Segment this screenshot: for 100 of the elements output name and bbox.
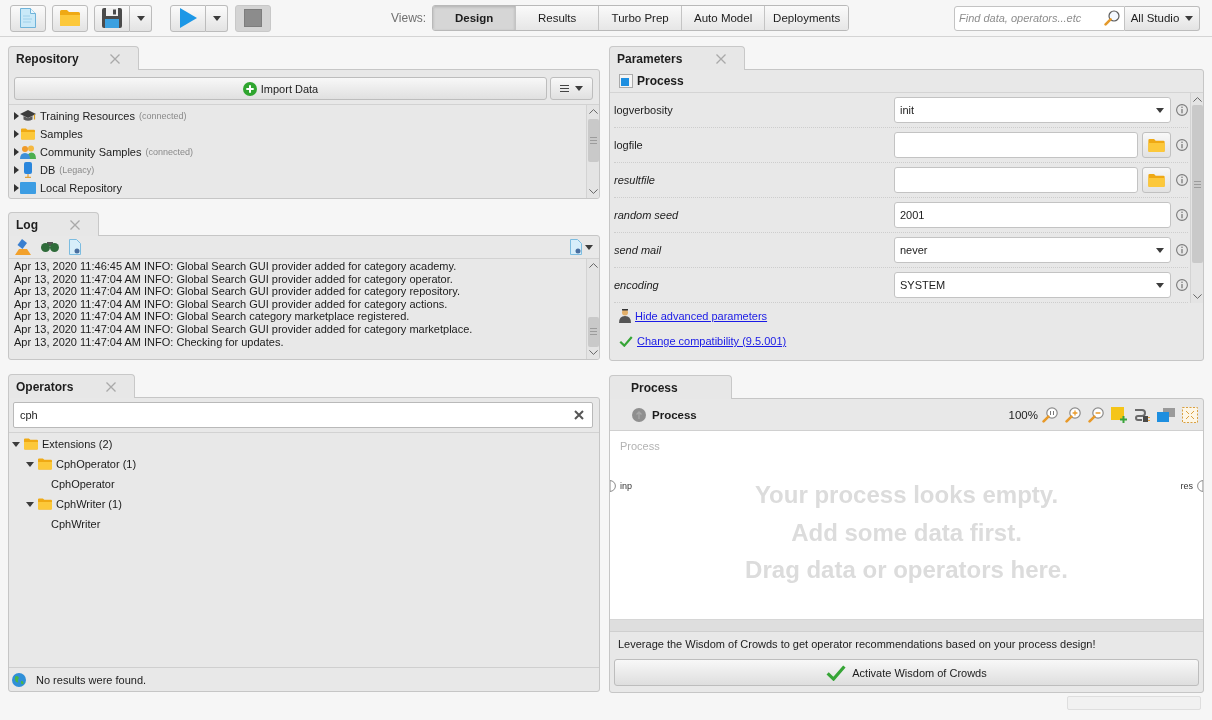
browse-button[interactable] bbox=[1142, 132, 1171, 158]
open-button[interactable] bbox=[52, 4, 88, 32]
caret-down-icon bbox=[1185, 15, 1194, 21]
info-icon[interactable] bbox=[1176, 279, 1188, 291]
file-path-field[interactable] bbox=[894, 132, 1138, 158]
chevron-down-icon[interactable] bbox=[1192, 294, 1202, 299]
chevron-up-icon[interactable] bbox=[588, 109, 598, 114]
advanced-parameters-link[interactable]: Hide advanced parameters bbox=[635, 310, 768, 322]
scrollbar-thumb[interactable] bbox=[587, 316, 599, 347]
operator-group[interactable]: Extensions (2) bbox=[42, 438, 113, 450]
operator-group[interactable]: CphOperator (1) bbox=[56, 458, 137, 470]
chevron-down-icon[interactable] bbox=[588, 350, 598, 355]
repository-item[interactable]: Community Samples bbox=[40, 146, 142, 158]
scrollbar-thumb[interactable] bbox=[587, 119, 599, 162]
check-icon bbox=[826, 664, 847, 681]
port-label: res bbox=[1180, 481, 1193, 491]
menu-button[interactable] bbox=[550, 77, 593, 100]
view-tab[interactable]: Design bbox=[433, 6, 517, 30]
plus-circle-icon bbox=[242, 81, 257, 96]
text-field[interactable]: 2001 bbox=[894, 202, 1171, 228]
view-tab[interactable]: Turbo Prep bbox=[599, 6, 683, 30]
caret-down-icon[interactable] bbox=[12, 441, 20, 447]
repository-item[interactable]: DB bbox=[40, 164, 56, 176]
caret-right-icon[interactable] bbox=[14, 148, 19, 156]
layers-icon[interactable] bbox=[1157, 407, 1175, 422]
caret-right-icon[interactable] bbox=[14, 112, 19, 120]
chevron-up-icon[interactable] bbox=[588, 263, 598, 268]
panel-tab[interactable]: Process bbox=[609, 375, 732, 399]
panel-tab[interactable]: Log bbox=[8, 212, 99, 236]
view-tab[interactable]: Results bbox=[516, 6, 600, 30]
panel-tab[interactable]: Repository bbox=[8, 46, 139, 70]
scrollbar-thumb[interactable] bbox=[1191, 105, 1203, 264]
operator-item[interactable]: CphWriter bbox=[51, 518, 101, 530]
repository-item[interactable]: Training Resources bbox=[40, 110, 135, 122]
info-icon[interactable] bbox=[1176, 104, 1188, 116]
repository-item[interactable]: Samples bbox=[40, 128, 83, 140]
chevron-up-icon[interactable] bbox=[1192, 97, 1202, 102]
dropdown-button[interactable] bbox=[130, 4, 152, 32]
info-icon[interactable] bbox=[1176, 174, 1188, 186]
scope-dropdown[interactable]: All Studio bbox=[1125, 5, 1200, 31]
recommendation-hint: Leverage the Wisdom of Crowds to get operator recommendations based on your process design! bbox=[617, 637, 1097, 651]
activate-wisdom-button[interactable]: Activate Wisdom of Crowds bbox=[614, 659, 1199, 686]
caret-down-icon[interactable] bbox=[26, 461, 34, 467]
breadcrumb[interactable]: Process bbox=[652, 408, 697, 421]
clear-icon[interactable] bbox=[574, 410, 584, 420]
zoom-out-icon[interactable] bbox=[1088, 406, 1104, 423]
page-icon[interactable] bbox=[69, 239, 81, 255]
search-icon[interactable] bbox=[1104, 10, 1120, 26]
search-field[interactable]: Find data, operators...etc bbox=[954, 5, 1125, 31]
info-icon[interactable] bbox=[1176, 139, 1188, 151]
play-icon bbox=[179, 8, 197, 28]
note-icon[interactable] bbox=[1111, 406, 1127, 423]
panel-tab[interactable]: Parameters bbox=[609, 46, 745, 70]
folder-icon bbox=[38, 498, 52, 510]
up-arrow-icon[interactable] bbox=[632, 407, 646, 422]
caret-down-icon[interactable] bbox=[585, 244, 593, 250]
import-data-button[interactable]: Import Data bbox=[14, 77, 547, 100]
folder-icon bbox=[60, 10, 80, 26]
view-tab[interactable]: Deployments bbox=[765, 6, 849, 30]
plug-icon[interactable] bbox=[1134, 406, 1150, 423]
globe-icon bbox=[12, 672, 26, 687]
page-icon[interactable] bbox=[570, 239, 582, 255]
zoom-in-icon[interactable] bbox=[1065, 406, 1081, 423]
dropdown-field[interactable]: never bbox=[894, 237, 1171, 263]
zoom-reset-icon[interactable] bbox=[1042, 406, 1058, 423]
save-button[interactable] bbox=[94, 4, 130, 32]
dropdown-field[interactable]: SYSTEM bbox=[894, 272, 1171, 298]
caret-down-icon bbox=[1156, 282, 1164, 288]
document-icon bbox=[20, 8, 36, 28]
operator-group[interactable]: CphWriter (1) bbox=[56, 498, 122, 510]
log-line: Apr 13, 2020 11:47:04 AM INFO: Global Search GUI provider added for category repository. bbox=[14, 285, 461, 298]
dropdown-button[interactable] bbox=[206, 4, 228, 32]
compatibility-link[interactable]: Change compatibility (9.5.001) bbox=[637, 335, 787, 347]
person-icon bbox=[619, 309, 631, 323]
info-icon[interactable] bbox=[1176, 209, 1188, 221]
caret-down-icon[interactable] bbox=[26, 501, 34, 507]
binoculars-icon[interactable] bbox=[41, 242, 59, 252]
log-line: Apr 13, 2020 11:47:04 AM INFO: Checking for updates. bbox=[14, 335, 285, 349]
port-label: inp bbox=[620, 481, 632, 491]
search-field[interactable]: cph bbox=[13, 402, 593, 428]
caret-down-icon bbox=[575, 86, 583, 91]
caret-right-icon[interactable] bbox=[14, 166, 19, 174]
frame-icon[interactable] bbox=[1182, 406, 1198, 423]
log-line: Apr 13, 2020 11:47:04 AM INFO: Global Search GUI provider added for category marketplace. bbox=[14, 322, 474, 336]
folder-icon bbox=[1148, 138, 1165, 152]
view-tab[interactable]: Auto Model bbox=[682, 6, 766, 30]
caret-down-icon bbox=[136, 15, 145, 21]
chevron-down-icon[interactable] bbox=[588, 189, 598, 194]
operator-item[interactable]: CphOperator bbox=[51, 478, 115, 490]
eraser-icon[interactable] bbox=[15, 239, 31, 255]
parameter-label: encoding bbox=[614, 279, 660, 291]
file-path-field[interactable] bbox=[894, 167, 1138, 193]
parameter-label: random seed bbox=[614, 209, 680, 221]
info-icon[interactable] bbox=[1176, 244, 1188, 256]
box-icon bbox=[619, 74, 633, 88]
new-button[interactable] bbox=[10, 4, 46, 32]
caret-down-icon bbox=[1156, 107, 1164, 113]
panel-tab[interactable]: Operators bbox=[8, 374, 135, 398]
dropdown-field[interactable]: init bbox=[894, 97, 1171, 123]
repository-item[interactable]: Local Repository bbox=[40, 182, 122, 194]
